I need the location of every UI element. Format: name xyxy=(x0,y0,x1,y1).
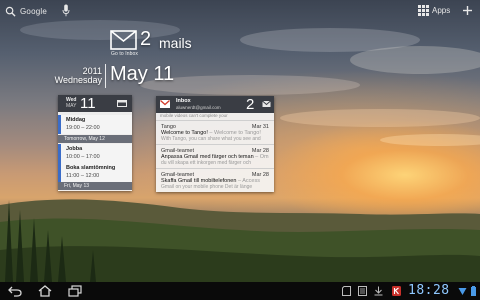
back-icon[interactable] xyxy=(8,285,22,297)
calendar-day-number: 11 xyxy=(80,95,96,112)
sd-card-icon[interactable] xyxy=(342,286,351,296)
clock-date: May 11 xyxy=(110,63,175,85)
clock-divider xyxy=(105,64,106,88)
inbox-header: Inbox aluwnerdt@gmail.com 2 xyxy=(156,96,274,113)
apps-grid-icon xyxy=(418,5,429,16)
calendar-header: Wed MAY 11 xyxy=(58,95,132,112)
mail-list-item[interactable]: Gmail-teamet Mar 28 Skaffa Gmail till mo… xyxy=(156,168,274,192)
calendar-day-separator: Tomorrow, May 12 xyxy=(58,135,132,143)
app-notification-icon[interactable] xyxy=(392,286,401,296)
inbox-unread-count: 2 xyxy=(246,96,255,113)
gmail-icon xyxy=(160,100,170,108)
download-icon[interactable] xyxy=(374,286,383,296)
event-title: Jobba xyxy=(66,146,83,152)
mail-preview: Gmail on your mobile phone Det är länge xyxy=(161,184,253,190)
mail-preview: With Tango, you can share what you see a… xyxy=(161,136,261,142)
calendar-new-event-icon[interactable] xyxy=(117,99,127,107)
mail-count: 2 xyxy=(140,28,152,50)
top-bar: Google Apps xyxy=(0,0,480,22)
go-to-inbox-link[interactable]: Go to Inbox xyxy=(111,51,138,57)
microphone-icon[interactable] xyxy=(62,4,70,17)
recent-apps-icon[interactable] xyxy=(68,285,82,297)
search-icon xyxy=(5,6,16,17)
gmail-count-widget[interactable]: 2 mails Go to Inbox xyxy=(110,28,192,60)
calendar-event[interactable]: Jobba 10:00 – 17:00 xyxy=(58,144,132,163)
mail-list-item[interactable]: Gmail-teamet Mar 28 Anpassa Gmail med fä… xyxy=(156,144,274,168)
event-time: 11:00 – 12:00 xyxy=(66,173,100,179)
gmail-inbox-widget[interactable]: Inbox aluwnerdt@gmail.com 2 mobile video… xyxy=(156,96,274,192)
google-search-button[interactable]: Google xyxy=(5,4,47,18)
inbox-title: Inbox xyxy=(176,98,191,104)
search-label: Google xyxy=(20,6,47,16)
mail-preview: du vill skapa ett inkorgen med färger oc… xyxy=(161,160,252,166)
mail-count-unit: mails xyxy=(159,35,192,51)
apps-label: Apps xyxy=(432,6,451,15)
system-bar: 18:28 xyxy=(0,282,480,300)
notification-list-icon[interactable] xyxy=(358,286,367,296)
envelope-icon xyxy=(110,30,137,50)
calendar-month: MAY xyxy=(66,103,77,109)
event-title: Middag xyxy=(66,117,86,123)
calendar-event[interactable]: Boka slamtömning 11:00 – 12:00 xyxy=(58,163,132,182)
inbox-partial-item: mobile videos can't complete your xyxy=(160,113,228,118)
calendar-day-separator: Fri, May 13 xyxy=(58,182,132,190)
compose-icon[interactable] xyxy=(262,100,271,108)
home-icon[interactable] xyxy=(38,285,52,297)
calendar-event[interactable]: Middag 19:00 – 22:00 xyxy=(58,115,132,134)
calendar-widget[interactable]: Wed MAY 11 Middag 19:00 – 22:00 Tomorrow… xyxy=(58,95,132,191)
system-clock[interactable]: 18:28 xyxy=(408,283,450,298)
inbox-account: aluwnerdt@gmail.com xyxy=(176,105,221,110)
event-time: 19:00 – 22:00 xyxy=(66,125,100,131)
mail-list-item[interactable]: Tango Mar 31 Welcome to Tango! – Welcome… xyxy=(156,120,274,144)
event-title: Boka slamtömning xyxy=(66,165,116,171)
add-widget-icon[interactable] xyxy=(462,5,473,16)
apps-button[interactable]: Apps xyxy=(418,5,450,16)
clock-weekday: Wednesday xyxy=(54,75,102,85)
battery-icon[interactable] xyxy=(469,286,478,296)
wifi-icon[interactable] xyxy=(458,286,467,296)
event-time: 10:00 – 17:00 xyxy=(66,154,100,160)
